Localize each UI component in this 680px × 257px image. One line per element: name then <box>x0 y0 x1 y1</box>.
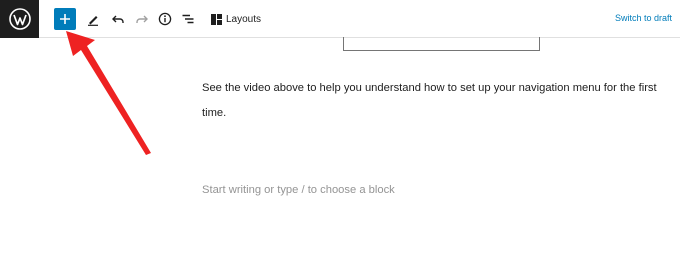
list-view-icon <box>182 14 194 24</box>
editor-toolbar: Layouts Switch to draft <box>0 0 680 38</box>
info-icon <box>158 12 172 26</box>
wordpress-logo-button[interactable] <box>0 0 39 38</box>
undo-icon <box>112 15 124 23</box>
list-view-button[interactable] <box>179 7 197 31</box>
switch-to-draft-link[interactable]: Switch to draft <box>615 13 672 23</box>
redo-icon <box>136 15 148 23</box>
paragraph-block[interactable]: See the video above to help you understa… <box>202 76 672 126</box>
tools-button[interactable] <box>84 7 102 31</box>
video-embed-block[interactable] <box>343 37 540 51</box>
layouts-label: Layouts <box>226 13 262 25</box>
block-placeholder[interactable]: Start writing or type / to choose a bloc… <box>202 184 395 196</box>
details-button[interactable] <box>156 7 174 31</box>
block-inserter-button[interactable] <box>54 8 76 30</box>
pencil-icon <box>88 16 98 26</box>
layouts-icon <box>211 13 222 25</box>
annotation-arrow <box>66 31 151 155</box>
undo-button[interactable] <box>109 7 127 31</box>
plus-icon <box>60 14 70 24</box>
layouts-button[interactable]: Layouts <box>211 8 261 30</box>
redo-button[interactable] <box>133 7 151 31</box>
wordpress-icon <box>8 8 31 30</box>
